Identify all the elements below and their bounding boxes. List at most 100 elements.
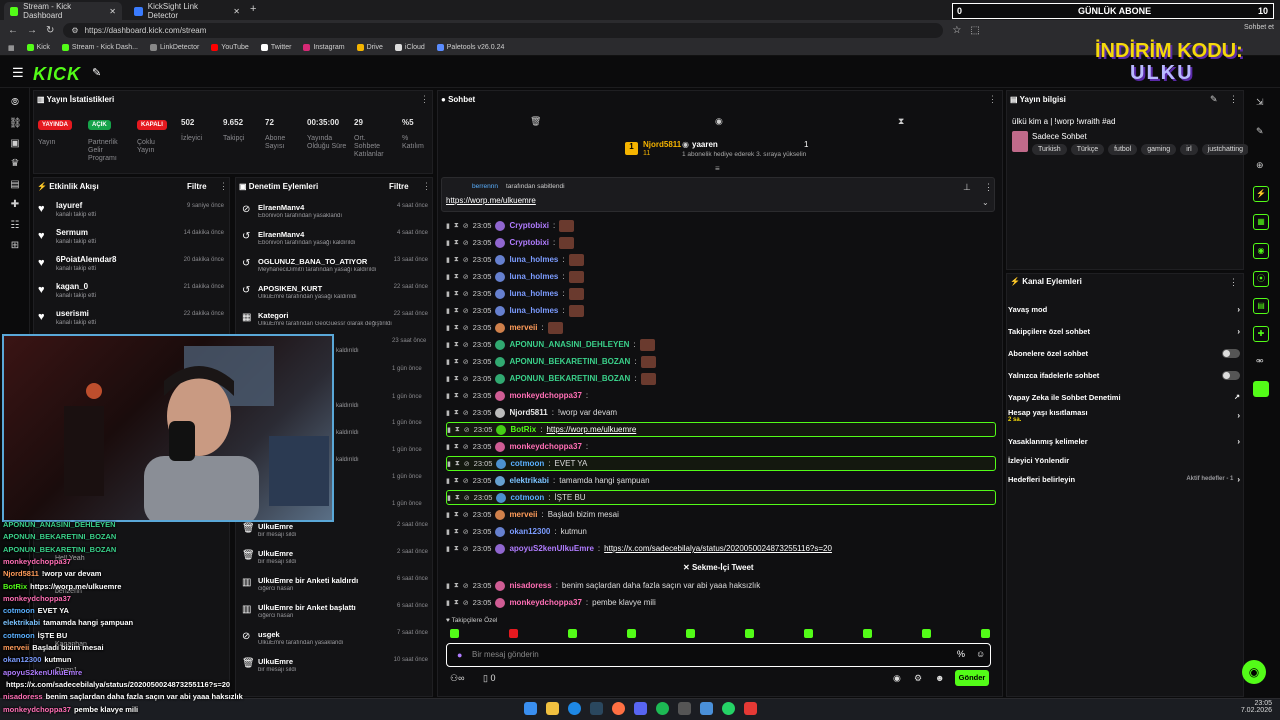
chat-message[interactable]: ▮ ⧗ ⊘ 23:05 APONUN_ANASINI_DEHLEYEN: <box>446 337 996 352</box>
ban-icon[interactable]: ⊘ <box>463 222 469 230</box>
emote-shortcut-icon[interactable] <box>568 629 577 638</box>
spotify-icon[interactable] <box>656 702 669 715</box>
hourglass-icon[interactable]: ⧗ <box>454 341 459 349</box>
close-tab-icon[interactable]: ✕ <box>109 7 116 16</box>
activity-item[interactable]: ♥ Sermum kanalı takip etti 14 dakika önce <box>38 227 226 253</box>
hourglass-icon[interactable]: ⧗ <box>455 494 460 502</box>
kick-logo[interactable]: KICK <box>33 64 81 85</box>
ban-icon[interactable]: ⊘ <box>463 358 469 366</box>
trash-icon[interactable]: ▮ <box>446 443 450 451</box>
emote-shortcut-icon[interactable] <box>627 629 636 638</box>
hamburger-menu-icon[interactable]: ☰ <box>12 65 24 81</box>
tag-chip[interactable]: Türkçe <box>1070 144 1105 155</box>
chat-message[interactable]: ▮ ⧗ ⊘ 23:05 luna_holmes: <box>446 269 996 284</box>
hourglass-icon[interactable]: ⧗ <box>454 599 459 607</box>
bookmark-star-icon[interactable]: ☆ <box>952 25 961 36</box>
ban-icon[interactable]: ⊘ <box>463 324 469 332</box>
windows-start-icon[interactable] <box>524 702 537 715</box>
stream-icon[interactable]: ⦾ <box>9 97 21 109</box>
hourglass-icon[interactable]: ⧗ <box>454 307 459 315</box>
bookmark-twitter[interactable]: Twitter <box>260 44 291 51</box>
message-username[interactable]: luna_holmes <box>509 255 558 264</box>
close-tab-icon[interactable]: ✕ <box>233 7 240 16</box>
bot-icon[interactable]: ☻ <box>935 673 944 683</box>
chat-message[interactable]: ▮ ⧗ ⊘ 23:05 nisadoress: benim saçlardan daha … <box>446 578 996 593</box>
chat-message[interactable]: ▮ ⧗ ⊘ 23:05 APONUN_BEKARETINI_BOZAN: <box>446 371 996 386</box>
activity-item[interactable]: ♥ userismi kanalı takip etti 22 dakika önce <box>38 308 226 334</box>
ban-icon[interactable]: ⊘ <box>463 375 469 383</box>
chat-message[interactable]: ▮ ⧗ ⊘ 23:05 luna_holmes: <box>446 303 996 318</box>
chevron-right-icon[interactable]: › <box>1237 305 1240 314</box>
moderation-item[interactable]: ↺ ElraenManv4 Ebonivon tarafından yasağı k… <box>242 230 428 257</box>
trash-icon[interactable]: ▮ <box>446 582 450 590</box>
emote-shortcut-icon[interactable] <box>686 629 695 638</box>
ban-icon[interactable]: ⊘ <box>463 341 469 349</box>
back-icon[interactable]: ← <box>8 25 18 36</box>
channel-action-5[interactable]: Hesap yaşı kısıtlaması 2 sa. › <box>1008 408 1240 423</box>
broadcast-button[interactable]: ⦿ <box>1253 271 1269 287</box>
message-username[interactable]: luna_holmes <box>509 289 558 298</box>
trash-icon[interactable]: ▮ <box>446 375 450 383</box>
ban-icon[interactable]: ⊘ <box>463 256 469 264</box>
hourglass-icon[interactable]: ⧗ <box>454 528 459 536</box>
ban-icon[interactable]: ⊘ <box>464 426 470 434</box>
activity-item[interactable]: ♥ layuref kanalı takip etti 9 saniye önce <box>38 200 226 226</box>
chat-message[interactable]: ▮ ⧗ ⊘ 23:05 apoyuS2kenUlkuEmre: https://x.com… <box>446 541 996 556</box>
inline-tweet-label[interactable]: ✕ Sekme-İçi Tweet <box>683 563 754 572</box>
trash-icon[interactable]: ▮ <box>447 494 451 502</box>
trash-icon[interactable]: ▮ <box>446 511 450 519</box>
edge-icon[interactable] <box>568 702 581 715</box>
hourglass-icon[interactable]: ⧗ <box>898 116 904 127</box>
discord-icon[interactable] <box>634 702 647 715</box>
message-username[interactable]: Njord5811 <box>509 408 547 417</box>
chat-message[interactable]: ▮ ⧗ ⊘ 23:05 okan12300: kutmun <box>446 524 996 539</box>
trash-icon[interactable]: ▮ <box>446 392 450 400</box>
bookmark-stream[interactable]: Stream - Kick Dash... <box>61 44 138 51</box>
activity-item[interactable]: ♥ kagan_0 kanalı takip etti 21 dakika önce <box>38 281 226 307</box>
message-username[interactable]: merveii <box>509 323 537 332</box>
ban-icon[interactable]: ⊘ <box>463 307 469 315</box>
message-username[interactable]: Cryptobixi <box>509 221 549 230</box>
message-username[interactable]: Cryptobixi <box>509 238 549 247</box>
bookmark-linkdetector[interactable]: LinkDetector <box>150 44 199 51</box>
layout-icon[interactable]: ▤ <box>9 179 21 191</box>
chat-message[interactable]: ▮ ⧗ ⊘ 23:05 BotRix: https://worp.me/ulkuemre <box>446 422 996 437</box>
message-username[interactable]: okan12300 <box>509 527 550 536</box>
chat-more-icon[interactable]: ⋮ <box>988 94 997 105</box>
apps-icon[interactable]: ▦ <box>8 44 15 52</box>
chat-message[interactable]: ▮ ⧗ ⊘ 23:05 Cryptobixi: <box>446 218 996 233</box>
activity-more-icon[interactable]: ⋮ <box>219 181 228 192</box>
pin-icon[interactable]: ✎ <box>92 66 101 79</box>
chat-input[interactable]: ● Bir mesaj gönderin % ☺ <box>446 643 991 667</box>
hourglass-icon[interactable]: ⧗ <box>454 443 459 451</box>
tag-chip[interactable]: justchatting <box>1201 144 1250 155</box>
toggle-switch[interactable] <box>1222 370 1240 380</box>
hourglass-icon[interactable]: ⧗ <box>454 222 459 230</box>
activity-filter-button[interactable]: Filtre <box>187 182 207 191</box>
tag-chip[interactable]: Turkish <box>1032 144 1067 155</box>
command-icon[interactable]: % <box>957 649 965 659</box>
trash-icon[interactable]: ▮ <box>447 460 451 468</box>
users-icon[interactable]: ☷ <box>9 220 21 232</box>
moderation-more-icon[interactable]: ⋮ <box>422 181 431 192</box>
support-chat-icon[interactable]: ◉ <box>1242 660 1266 684</box>
emote-shortcut-icon[interactable] <box>922 629 931 638</box>
message-username[interactable]: luna_holmes <box>509 306 558 315</box>
trash-icon[interactable]: ▮ <box>446 409 450 417</box>
message-username[interactable]: monkeydchoppa37 <box>509 598 581 607</box>
activity-item[interactable]: ♥ 6PoiatAlemdar8 kanalı takip etti 20 dakik… <box>38 254 226 280</box>
profile-chip[interactable]: Sohbet et <box>1244 24 1274 31</box>
file-explorer-icon[interactable] <box>546 702 559 715</box>
trash-icon[interactable]: ▮ <box>446 273 450 281</box>
channel-actions-more-icon[interactable]: ⋮ <box>1229 277 1238 288</box>
wrench-icon[interactable]: ✚ <box>9 199 21 211</box>
trash-icon[interactable]: ▮ <box>446 256 450 264</box>
collapse-icon[interactable]: ≡ <box>715 164 720 173</box>
message-username[interactable]: nisadoress <box>509 581 551 590</box>
trash-icon[interactable]: ▮ <box>446 239 450 247</box>
message-username[interactable]: APONUN_BEKARETINI_BOZAN <box>509 374 630 383</box>
hourglass-icon[interactable]: ⧗ <box>454 511 459 519</box>
emote-shortcut-icon[interactable] <box>745 629 754 638</box>
chat-message[interactable]: ▮ ⧗ ⊘ 23:05 APONUN_BEKARETINI_BOZAN: <box>446 354 996 369</box>
hourglass-icon[interactable]: ⧗ <box>455 460 460 468</box>
